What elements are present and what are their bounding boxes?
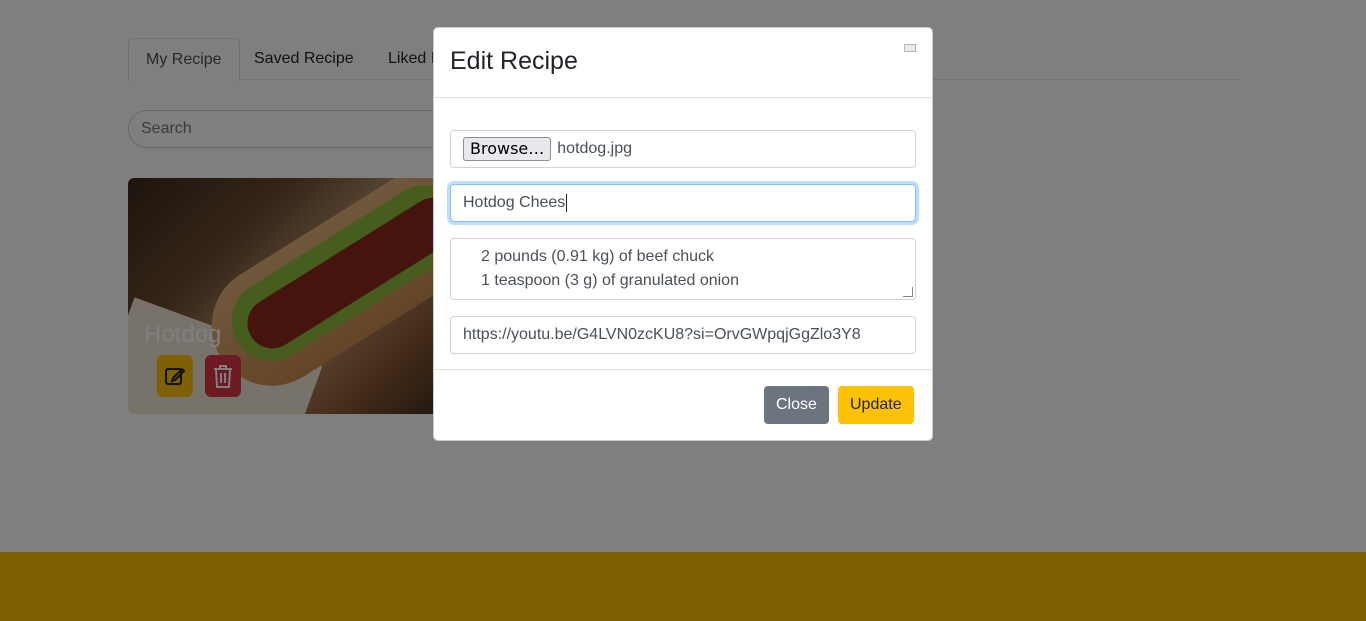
video-url-value: https://youtu.be/G4LVN0zcKU8?si=OrvGWpqj… — [463, 326, 861, 343]
close-button[interactable]: Close — [764, 386, 829, 424]
recipe-name-input[interactable]: Hotdog Chees — [450, 184, 916, 222]
modal-header: Edit Recipe — [434, 28, 932, 98]
text-caret — [566, 193, 568, 212]
resize-handle[interactable] — [903, 287, 913, 297]
selected-file-name: hotdog.jpg — [557, 140, 632, 157]
browse-button[interactable]: Browse… — [463, 137, 552, 161]
modal-footer: Close Update — [434, 370, 932, 440]
image-file-input[interactable]: Browse… hotdog.jpg — [450, 130, 916, 168]
video-url-input[interactable]: https://youtu.be/G4LVN0zcKU8?si=OrvGWpqj… — [450, 316, 916, 354]
ingredient-line: 1 teaspoon (3 g) of granulated onion — [481, 272, 739, 289]
close-icon[interactable] — [904, 44, 916, 52]
update-button[interactable]: Update — [838, 386, 914, 424]
recipe-name-value: Hotdog Chees — [463, 194, 566, 211]
modal-body: Browse… hotdog.jpg Hotdog Chees 2 pounds… — [434, 98, 932, 370]
modal-title: Edit Recipe — [450, 47, 578, 75]
edit-recipe-modal: Edit Recipe Browse… hotdog.jpg Hotdog Ch… — [433, 27, 933, 441]
ingredients-textarea[interactable]: 2 pounds (0.91 kg) of beef chuck 1 teasp… — [450, 238, 916, 300]
ingredient-line: 2 pounds (0.91 kg) of beef chuck — [481, 248, 715, 265]
